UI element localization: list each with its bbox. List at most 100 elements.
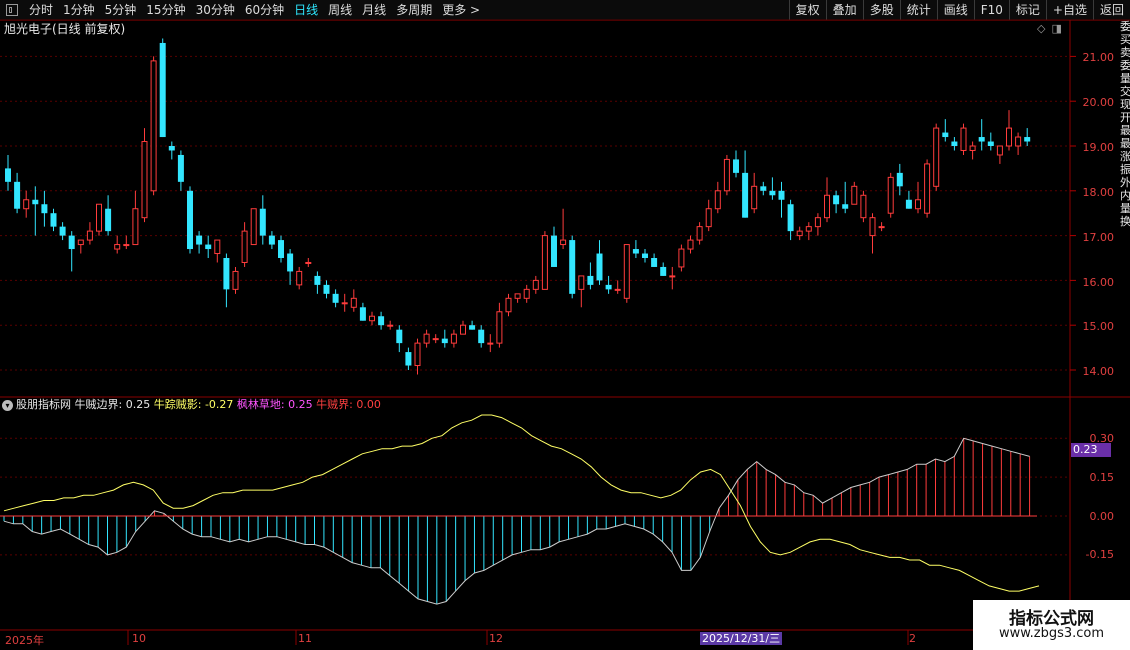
candle-down — [951, 141, 958, 146]
date-label: 11 — [298, 632, 312, 645]
date-label: 12 — [489, 632, 503, 645]
candle-up — [869, 217, 876, 237]
candle-down — [833, 195, 840, 205]
chart-canvas[interactable] — [0, 0, 1130, 650]
price-tick: 20.00 — [1082, 96, 1115, 109]
candle-up — [887, 176, 894, 214]
legend-l1-value: 0.25 — [125, 398, 151, 411]
candle-up — [414, 342, 421, 367]
candle-down — [896, 172, 903, 187]
candle-up — [578, 275, 585, 290]
candle-up — [232, 270, 239, 290]
candle-up — [305, 261, 312, 264]
candle-up — [523, 288, 530, 299]
candle-up — [669, 275, 676, 278]
candle-up — [860, 194, 867, 219]
indicator-name: 股朋指标网 — [16, 398, 71, 411]
candle-down — [59, 226, 66, 236]
candle-up — [214, 239, 221, 255]
indicator-title: ▾ 股朋指标网 牛贼边界: 0.25 牛踪贼影: -0.27 枫林草地: 0.25… — [2, 398, 381, 412]
candle-up — [86, 230, 93, 241]
date-label: 2025年 — [5, 634, 44, 647]
candle-up — [132, 208, 139, 246]
candle-up — [623, 244, 630, 299]
candle-down — [569, 240, 576, 294]
candle-down — [905, 199, 912, 209]
candle-down — [68, 235, 75, 250]
candle-up — [514, 293, 521, 299]
candle-up — [851, 185, 858, 205]
candle-down — [596, 253, 603, 281]
candle-up — [141, 141, 148, 219]
indicator-bar-outline — [3, 437, 1030, 605]
candle-down — [987, 141, 994, 146]
candle-down — [332, 293, 339, 303]
candle-down — [205, 244, 212, 250]
cursor-date-badge: 2025/12/31/三 — [700, 632, 783, 645]
candle-up — [505, 297, 512, 313]
candle-up — [969, 145, 976, 151]
candle-up — [915, 199, 921, 210]
candle-down — [14, 181, 21, 209]
legend-l3-label: 枫林草地: — [236, 398, 285, 411]
candle-up — [123, 244, 130, 247]
legend-l4-label: 牛贼界: — [316, 398, 353, 411]
indicator-tick: 0.15 — [1089, 471, 1115, 484]
candle-up — [423, 333, 430, 344]
candle-down — [159, 42, 166, 138]
candle-down — [168, 146, 175, 151]
candle-up — [1015, 136, 1022, 147]
candle-up — [796, 230, 803, 237]
candle-up — [924, 163, 931, 214]
candle-down — [769, 190, 776, 196]
candle-up — [296, 270, 303, 286]
candle-up — [387, 324, 394, 327]
candle-down — [105, 208, 112, 232]
candle-down — [587, 275, 594, 285]
date-label: 2 — [909, 632, 916, 645]
candle-up — [350, 297, 357, 308]
candle-up — [496, 311, 503, 344]
candle-up — [614, 288, 621, 291]
legend-l2-label: 牛踪贼影: — [153, 398, 202, 411]
price-tick: 18.00 — [1082, 186, 1115, 199]
candle-down — [223, 258, 230, 290]
candle-down — [32, 199, 39, 205]
candle-down — [378, 316, 385, 326]
candle-up — [723, 158, 730, 192]
candle-down — [605, 284, 612, 290]
candle-up — [751, 185, 758, 210]
candle-down — [660, 266, 667, 276]
candle-up — [96, 203, 102, 232]
candle-up — [114, 244, 121, 250]
candles — [5, 38, 1031, 375]
candle-down — [742, 172, 749, 218]
candle-up — [960, 127, 967, 151]
candle-down — [278, 240, 284, 258]
indicator-value-badge: 0.23 — [1071, 443, 1111, 457]
candle-down — [978, 137, 985, 142]
chevron-down-icon[interactable]: ▾ — [2, 399, 13, 411]
candle-up — [878, 226, 885, 229]
candle-down — [787, 204, 794, 232]
candle-up — [696, 226, 703, 241]
candle-up — [714, 190, 721, 210]
candle-up — [77, 239, 84, 246]
candle-up — [678, 248, 685, 268]
candle-down — [268, 235, 275, 245]
indicator-tick: 0.00 — [1089, 510, 1115, 523]
candle-down — [1024, 137, 1031, 142]
candle-up — [487, 342, 494, 345]
candle-down — [359, 307, 366, 321]
quote-panel-strip: 委买卖委量交现开最最涨振外内量换 — [1120, 20, 1130, 228]
candle-up — [450, 333, 457, 344]
price-tick: 19.00 — [1082, 141, 1115, 154]
date-label: 10 — [132, 632, 146, 645]
candle-up — [532, 279, 539, 290]
legend-l4-value: 0.00 — [356, 398, 381, 411]
indicator-line — [3, 414, 1040, 592]
candle-down — [760, 186, 767, 191]
candle-up — [687, 239, 694, 250]
candle-up — [23, 199, 30, 210]
candle-down — [733, 159, 739, 173]
